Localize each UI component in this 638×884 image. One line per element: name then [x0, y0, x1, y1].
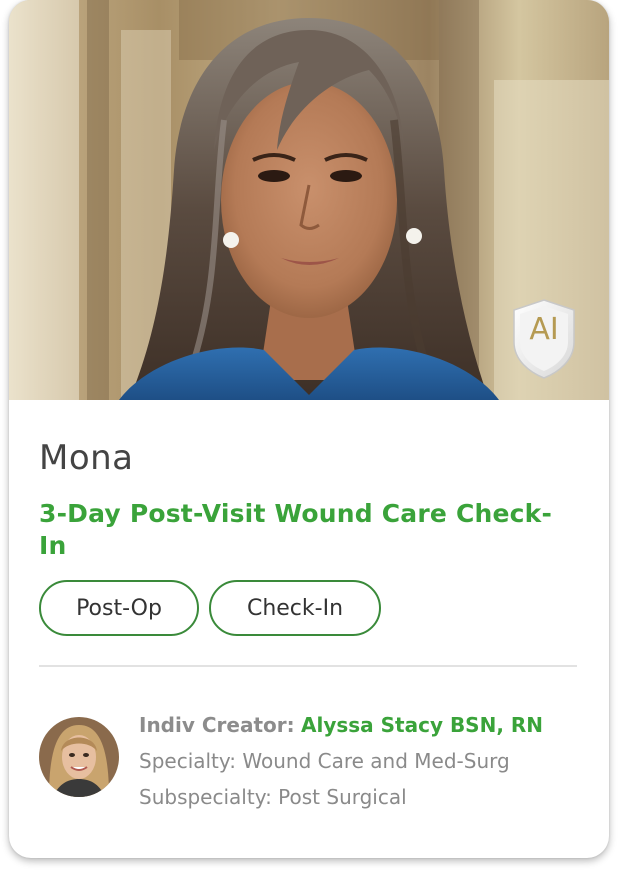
creator-label: Indiv Creator: — [139, 713, 295, 737]
checkin-title[interactable]: 3-Day Post-Visit Wound Care Check-In — [39, 498, 579, 562]
creator-section: Indiv Creator: Alyssa Stacy BSN, RN Spec… — [39, 713, 579, 809]
creator-subspecialty: Subspecialty: Post Surgical — [139, 785, 407, 809]
persona-photo: AI — [9, 0, 609, 400]
creator-specialty: Specialty: Wound Care and Med-Surg — [139, 749, 510, 773]
persona-name: Mona — [39, 438, 134, 478]
creator-line: Indiv Creator: Alyssa Stacy BSN, RN — [139, 707, 579, 743]
avatar-card[interactable]: AI Mona 3-Day Post-Visit Wound Care Chec… — [9, 0, 609, 858]
ai-shield-badge: AI — [511, 298, 577, 380]
creator-info: Indiv Creator: Alyssa Stacy BSN, RN Spec… — [139, 707, 579, 815]
tag-check-in[interactable]: Check-In — [209, 580, 381, 636]
tag-list: Post-Op Check-In — [39, 580, 381, 636]
ai-badge-label: AI — [529, 312, 559, 347]
tag-post-op[interactable]: Post-Op — [39, 580, 199, 636]
creator-name-link[interactable]: Alyssa Stacy BSN, RN — [301, 713, 543, 737]
creator-avatar[interactable] — [39, 717, 119, 797]
divider — [39, 665, 577, 667]
